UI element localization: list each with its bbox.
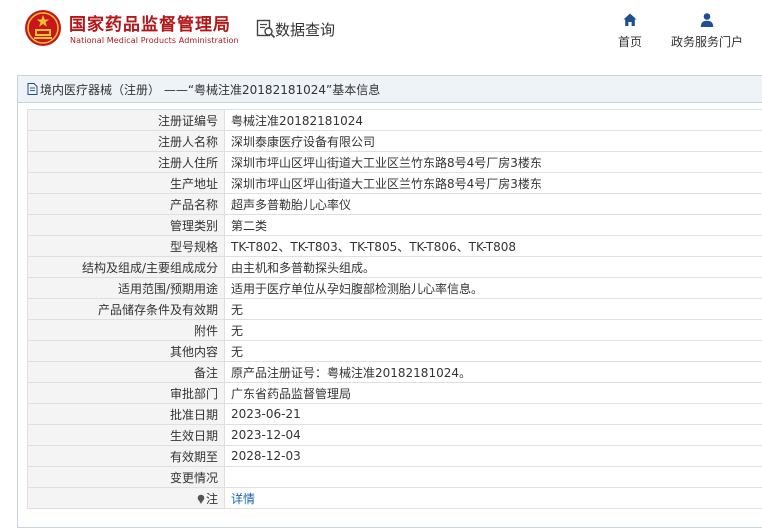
field-value: 原产品注册证号：粤械注准20182181024。 — [224, 361, 762, 383]
document-icon — [27, 83, 38, 95]
field-label: 备注 — [27, 361, 225, 383]
table-row: 产品储存条件及有效期无 — [27, 298, 762, 320]
nav-government-services-label: 政务服务门户 — [670, 35, 743, 49]
home-icon — [623, 13, 637, 26]
field-label: 有效期至 — [27, 445, 225, 467]
field-label: 附件 — [27, 319, 225, 341]
table-row: 注册证编号 粤械注准20182181024 — [27, 109, 762, 131]
field-value — [224, 466, 762, 488]
field-label: 变更情况 — [27, 466, 225, 488]
table-row: 注册人名称 深圳泰康医疗设备有限公司 — [27, 130, 762, 152]
field-label: 注 — [27, 487, 225, 509]
site-title: 国家药品监督管理局 — [69, 15, 231, 35]
table-row: 型号规格 TK-T802、TK-T803、TK-T805、TK-T806、TK-T… — [27, 235, 762, 257]
panel-title: 境内医疗器械（注册） ——“粤械注准20182181024”基本信息 — [40, 82, 381, 97]
field-value: 2023-12-04 — [224, 424, 762, 446]
table-row: 生产地址 深圳市坪山区坪山街道大工业区兰竹东路8号4号厂房3楼东 — [27, 172, 762, 194]
field-label: 生产地址 — [27, 172, 225, 194]
field-value: 2023-06-21 — [224, 403, 762, 425]
national-emblem-icon — [25, 10, 61, 46]
field-value: 深圳市坪山区坪山街道大工业区兰竹东路8号4号厂房3楼东 — [224, 172, 762, 194]
detail-panel: 境内医疗器械（注册） ——“粤械注准20182181024”基本信息 注册证编号… — [17, 75, 762, 528]
table-row: 变更情况 — [27, 466, 762, 488]
field-label: 注册人名称 — [27, 130, 225, 152]
field-value: 深圳泰康医疗设备有限公司 — [224, 130, 762, 152]
data-query-icon — [256, 19, 276, 39]
table-row: 有效期至 2028-12-03 — [27, 445, 762, 467]
field-value: 2028-12-03 — [224, 445, 762, 467]
field-value: 详情 — [224, 487, 762, 509]
field-label: 型号规格 — [27, 235, 225, 257]
table-row: 附件无 — [27, 319, 762, 341]
field-value: 深圳市坪山区坪山街道大工业区兰竹东路8号4号厂房3楼东 — [224, 151, 762, 173]
table-row: 审批部门 广东省药品监督管理局 — [27, 382, 762, 404]
field-value: TK-T802、TK-T803、TK-T805、TK-T806、TK-T808 — [224, 235, 762, 257]
field-label: 产品储存条件及有效期 — [27, 298, 225, 320]
field-value: 无 — [224, 340, 762, 362]
table-row: 批准日期 2023-06-21 — [27, 403, 762, 425]
note-label: 注 — [205, 491, 218, 506]
user-icon — [700, 13, 714, 27]
table-row: 管理类别 第二类 — [27, 214, 762, 236]
field-label: 管理类别 — [27, 214, 225, 236]
table-row: 备注 原产品注册证号：粤械注准20182181024。 — [27, 361, 762, 383]
field-label: 注册人住所 — [27, 151, 225, 173]
field-value: 超声多普勒胎儿心率仪 — [224, 193, 762, 215]
pin-icon — [197, 494, 205, 504]
site-header: 国家药品监督管理局 National Medical Products Admi… — [0, 0, 762, 62]
field-label: 生效日期 — [27, 424, 225, 446]
field-label: 结构及组成/主要组成成分 — [27, 256, 225, 278]
field-value: 粤械注准20182181024 — [224, 109, 762, 131]
table-row: 结构及组成/主要组成成分 由主机和多普勒探头组成。 — [27, 256, 762, 278]
table-row: 其他内容无 — [27, 340, 762, 362]
table-row: 产品名称 超声多普勒胎儿心率仪 — [27, 193, 762, 215]
field-value: 适用于医疗单位从孕妇腹部检测胎儿心率信息。 — [224, 277, 762, 299]
field-value: 无 — [224, 319, 762, 341]
field-value: 第二类 — [224, 214, 762, 236]
site-subtitle: National Medical Products Administration — [70, 36, 239, 45]
field-value: 由主机和多普勒探头组成。 — [224, 256, 762, 278]
table-row-note: 注详情 — [27, 487, 762, 509]
registration-detail-table: 注册证编号 粤械注准20182181024 注册人名称 深圳泰康医疗设备有限公司 注册人… — [27, 109, 762, 509]
field-label: 审批部门 — [27, 382, 225, 404]
nav-government-services[interactable]: 政务服务门户 — [668, 12, 746, 50]
panel-title-bar: 境内医疗器械（注册） ——“粤械注准20182181024”基本信息 — [18, 76, 762, 103]
data-query-label: 数据查询 — [275, 21, 336, 39]
field-label: 其他内容 — [27, 340, 225, 362]
nav-home[interactable]: 首页 — [612, 12, 648, 50]
field-label: 批准日期 — [27, 403, 225, 425]
table-row: 生效日期 2023-12-04 — [27, 424, 762, 446]
table-row: 适用范围/预期用途 适用于医疗单位从孕妇腹部检测胎儿心率信息。 — [27, 277, 762, 299]
field-label: 注册证编号 — [27, 109, 225, 131]
field-value: 无 — [224, 298, 762, 320]
nav-home-label: 首页 — [617, 35, 642, 49]
field-label: 产品名称 — [27, 193, 225, 215]
field-label: 适用范围/预期用途 — [27, 277, 225, 299]
field-value: 广东省药品监督管理局 — [224, 382, 762, 404]
details-link[interactable]: 详情 — [231, 492, 255, 506]
table-row: 注册人住所 深圳市坪山区坪山街道大工业区兰竹东路8号4号厂房3楼东 — [27, 151, 762, 173]
